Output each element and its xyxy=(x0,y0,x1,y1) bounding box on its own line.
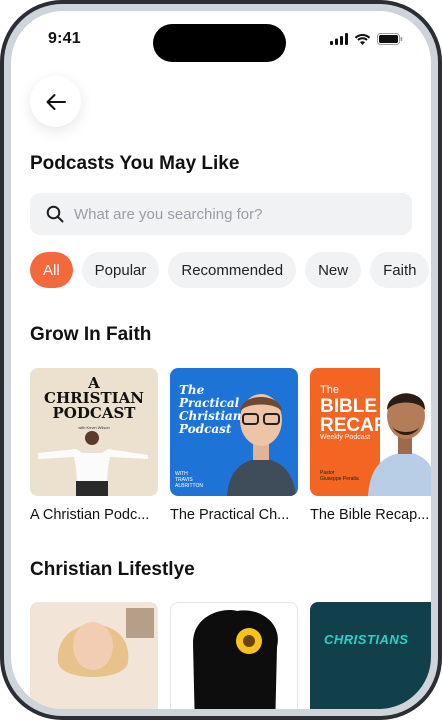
podcast-cover: The Practical Christian Podcast WITH TRA… xyxy=(170,368,298,496)
podcast-title: The Bible Recap... xyxy=(310,507,430,523)
host-portrait xyxy=(368,393,431,496)
podcast-card[interactable] xyxy=(30,602,158,709)
chip-recommended[interactable]: Recommended xyxy=(168,252,297,288)
status-time: 9:41 xyxy=(48,30,81,47)
cover-title: A CHRISTIAN PODCAST xyxy=(44,374,144,422)
host-portrait xyxy=(227,394,296,496)
search-icon xyxy=(46,205,64,223)
sunflower-art xyxy=(193,610,278,709)
cover-host: WITH TRAVIS ALBRITTON xyxy=(175,471,203,489)
podcast-cover xyxy=(170,602,298,709)
podcast-title: A Christian Podc... xyxy=(30,507,150,523)
wifi-icon xyxy=(354,34,371,45)
search-bar[interactable] xyxy=(30,193,412,235)
battery-icon xyxy=(377,33,403,45)
filter-chips: All Popular Recommended New Faith xyxy=(30,252,430,288)
podcast-title: The Practical Ch... xyxy=(170,507,290,523)
podcast-card[interactable]: A CHRISTIAN PODCAST with Kevin Wilson A … xyxy=(30,368,158,523)
chip-all[interactable]: All xyxy=(30,252,73,288)
cover-title: CHRISTIANS xyxy=(324,632,409,647)
section-title-christian-lifestyle: Christian Lifestlye xyxy=(30,559,195,580)
cover-subtitle: Weekly Podcast xyxy=(320,434,371,441)
podcast-card[interactable] xyxy=(170,602,298,709)
chip-new[interactable]: New xyxy=(305,252,362,288)
podcast-cover xyxy=(30,602,158,709)
podcast-card[interactable]: The Practical Christian Podcast WITH TRA… xyxy=(170,368,298,523)
podcast-card[interactable]: The BIBLE RECAP Weekly Podcast Pastor Gi… xyxy=(310,368,431,523)
search-input[interactable] xyxy=(74,205,394,223)
status-icons xyxy=(330,33,403,45)
section-title-grow-in-faith: Grow In Faith xyxy=(30,324,152,345)
device-frame: 9:41 Podcasts You May Like What are you … xyxy=(0,0,442,720)
signal-icon xyxy=(330,33,348,45)
chip-popular[interactable]: Popular xyxy=(81,252,160,288)
dynamic-island xyxy=(153,24,286,62)
arrow-left-icon xyxy=(46,93,66,110)
screen: 9:41 Podcasts You May Like What are you … xyxy=(11,11,431,709)
podcast-cover: CHRISTIANS xyxy=(310,602,431,709)
podcast-card[interactable]: CHRISTIANS xyxy=(310,602,431,709)
podcast-row-christian-lifestyle: CHRISTIANS xyxy=(30,602,431,709)
podcast-cover: A CHRISTIAN PODCAST with Kevin Wilson xyxy=(30,368,158,496)
podcast-cover: The BIBLE RECAP Weekly Podcast Pastor Gi… xyxy=(310,368,431,496)
page-title: Podcasts You May Like xyxy=(30,153,240,174)
host-figure xyxy=(38,431,148,496)
podcast-row-grow-in-faith: A CHRISTIAN PODCAST with Kevin Wilson A … xyxy=(30,368,431,523)
cover-host: Pastor Giuseppe Peralta xyxy=(320,470,359,482)
host-portrait xyxy=(57,608,154,677)
device-bezel: 9:41 Podcasts You May Like What are you … xyxy=(4,4,438,716)
chip-faith[interactable]: Faith xyxy=(370,252,430,288)
back-button[interactable] xyxy=(30,76,81,127)
